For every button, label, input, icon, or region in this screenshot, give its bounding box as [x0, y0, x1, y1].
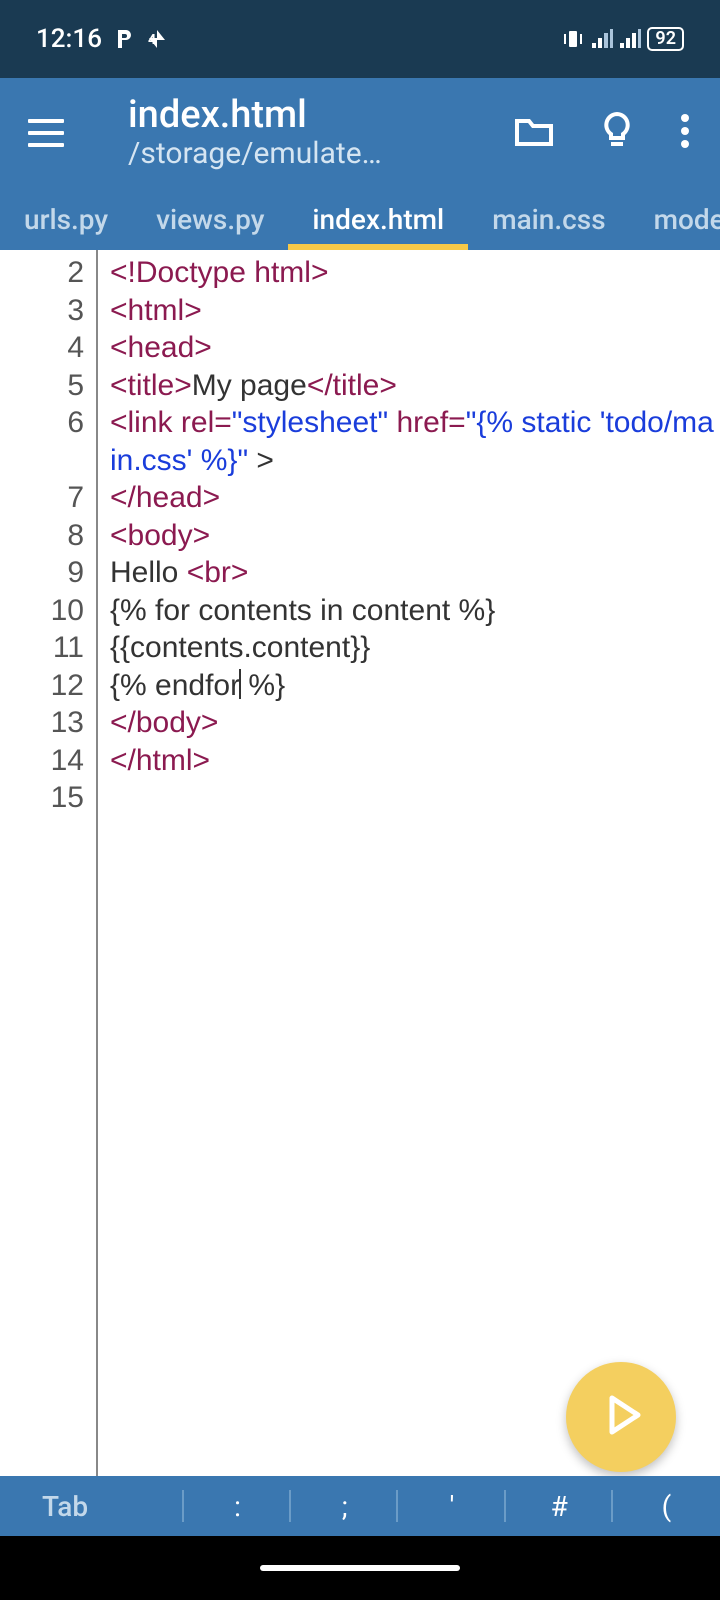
key-symbol-4[interactable]: #: [506, 1476, 613, 1536]
code-line[interactable]: <body>: [110, 517, 720, 555]
code-line[interactable]: <!Doctype html>: [110, 254, 720, 292]
line-number: 3: [0, 292, 96, 330]
app-icon-4d: 4: [146, 27, 174, 51]
header-actions: [514, 111, 690, 155]
key-label: ;: [342, 1490, 348, 1523]
code-line[interactable]: <head>: [110, 329, 720, 367]
code-line[interactable]: <html>: [110, 292, 720, 330]
line-number: 14: [0, 742, 96, 780]
tab-label: main.css: [492, 203, 605, 236]
battery-indicator: 92: [647, 27, 684, 51]
key-tab[interactable]: Tab: [0, 1476, 184, 1536]
code-line[interactable]: </html>: [110, 742, 720, 780]
tab-views-py[interactable]: views.py: [132, 188, 288, 250]
tab-main-css[interactable]: main.css: [468, 188, 629, 250]
play-icon: [600, 1394, 642, 1440]
app-header: index.html /storage/emulate…: [0, 78, 720, 188]
key-symbol-5[interactable]: (: [613, 1476, 720, 1536]
code-line[interactable]: </body>: [110, 704, 720, 742]
line-number: 5: [0, 367, 96, 405]
folder-icon[interactable]: [514, 114, 554, 152]
tab-models-py[interactable]: models.py: [630, 188, 720, 250]
svg-text:4: 4: [148, 32, 156, 48]
tab-label: views.py: [156, 203, 264, 236]
code-line[interactable]: Hello <br>: [110, 554, 720, 592]
line-number: 9: [0, 554, 96, 592]
code-line[interactable]: {% for contents in content %}: [110, 592, 720, 630]
tab-label: index.html: [312, 203, 444, 236]
symbol-keyrow: Tab:; ' # (: [0, 1476, 720, 1536]
lightbulb-icon[interactable]: [602, 111, 632, 155]
key-label: Tab: [42, 1490, 88, 1523]
key-label: #: [551, 1490, 568, 1523]
line-number: 12: [0, 667, 96, 705]
nav-home-pill[interactable]: [260, 1565, 460, 1571]
vibrate-icon: [561, 28, 585, 50]
status-right: 92: [561, 27, 684, 51]
signal-icon-2: [619, 29, 641, 49]
file-title: index.html: [128, 95, 494, 137]
status-time: 12:16: [36, 24, 102, 54]
key-label: ': [450, 1490, 455, 1523]
app-icon-p: [112, 27, 136, 51]
more-icon[interactable]: [680, 113, 690, 153]
file-tabs: urls.py views.py index.html main.css models.…: [0, 188, 720, 250]
header-titles: index.html /storage/emulate…: [128, 95, 494, 172]
key-symbol-3[interactable]: ': [398, 1476, 505, 1536]
code-area[interactable]: <!Doctype html><html><head><title>My pag…: [98, 250, 720, 1476]
run-button[interactable]: [566, 1362, 676, 1472]
tab-label: urls.py: [24, 203, 108, 236]
line-number: 13: [0, 704, 96, 742]
tab-label: models.py: [654, 203, 720, 236]
line-number: 6: [0, 404, 96, 479]
code-line[interactable]: </head>: [110, 479, 720, 517]
battery-level: 92: [655, 30, 676, 48]
line-number: 8: [0, 517, 96, 555]
line-gutter: 23456789101112131415: [0, 250, 98, 1476]
line-number: 4: [0, 329, 96, 367]
menu-button[interactable]: [28, 109, 88, 157]
code-line[interactable]: [110, 779, 720, 817]
status-bar: 12:16 4 92: [0, 0, 720, 78]
line-number: 10: [0, 592, 96, 630]
line-number: 7: [0, 479, 96, 517]
tab-index-html[interactable]: index.html: [288, 188, 468, 250]
tab-urls-py[interactable]: urls.py: [0, 188, 132, 250]
code-line[interactable]: {{contents.content}}: [110, 629, 720, 667]
line-number: 15: [0, 779, 96, 817]
code-line[interactable]: <link rel="stylesheet" href="{% static '…: [110, 404, 720, 479]
key-symbol-1[interactable]: :: [184, 1476, 291, 1536]
signal-icon-1: [591, 29, 613, 49]
file-path: /storage/emulate…: [128, 136, 494, 171]
code-editor[interactable]: 23456789101112131415 <!Doctype html><htm…: [0, 250, 720, 1476]
key-symbol-2[interactable]: ;: [291, 1476, 398, 1536]
key-label: (: [662, 1490, 672, 1523]
line-number: 11: [0, 629, 96, 667]
line-number: 2: [0, 254, 96, 292]
system-nav-bar: [0, 1536, 720, 1600]
code-line[interactable]: <title>My page</title>: [110, 367, 720, 405]
key-label: :: [234, 1490, 241, 1523]
status-left: 12:16 4: [36, 24, 174, 54]
code-line[interactable]: {% endfor %}: [110, 667, 720, 705]
